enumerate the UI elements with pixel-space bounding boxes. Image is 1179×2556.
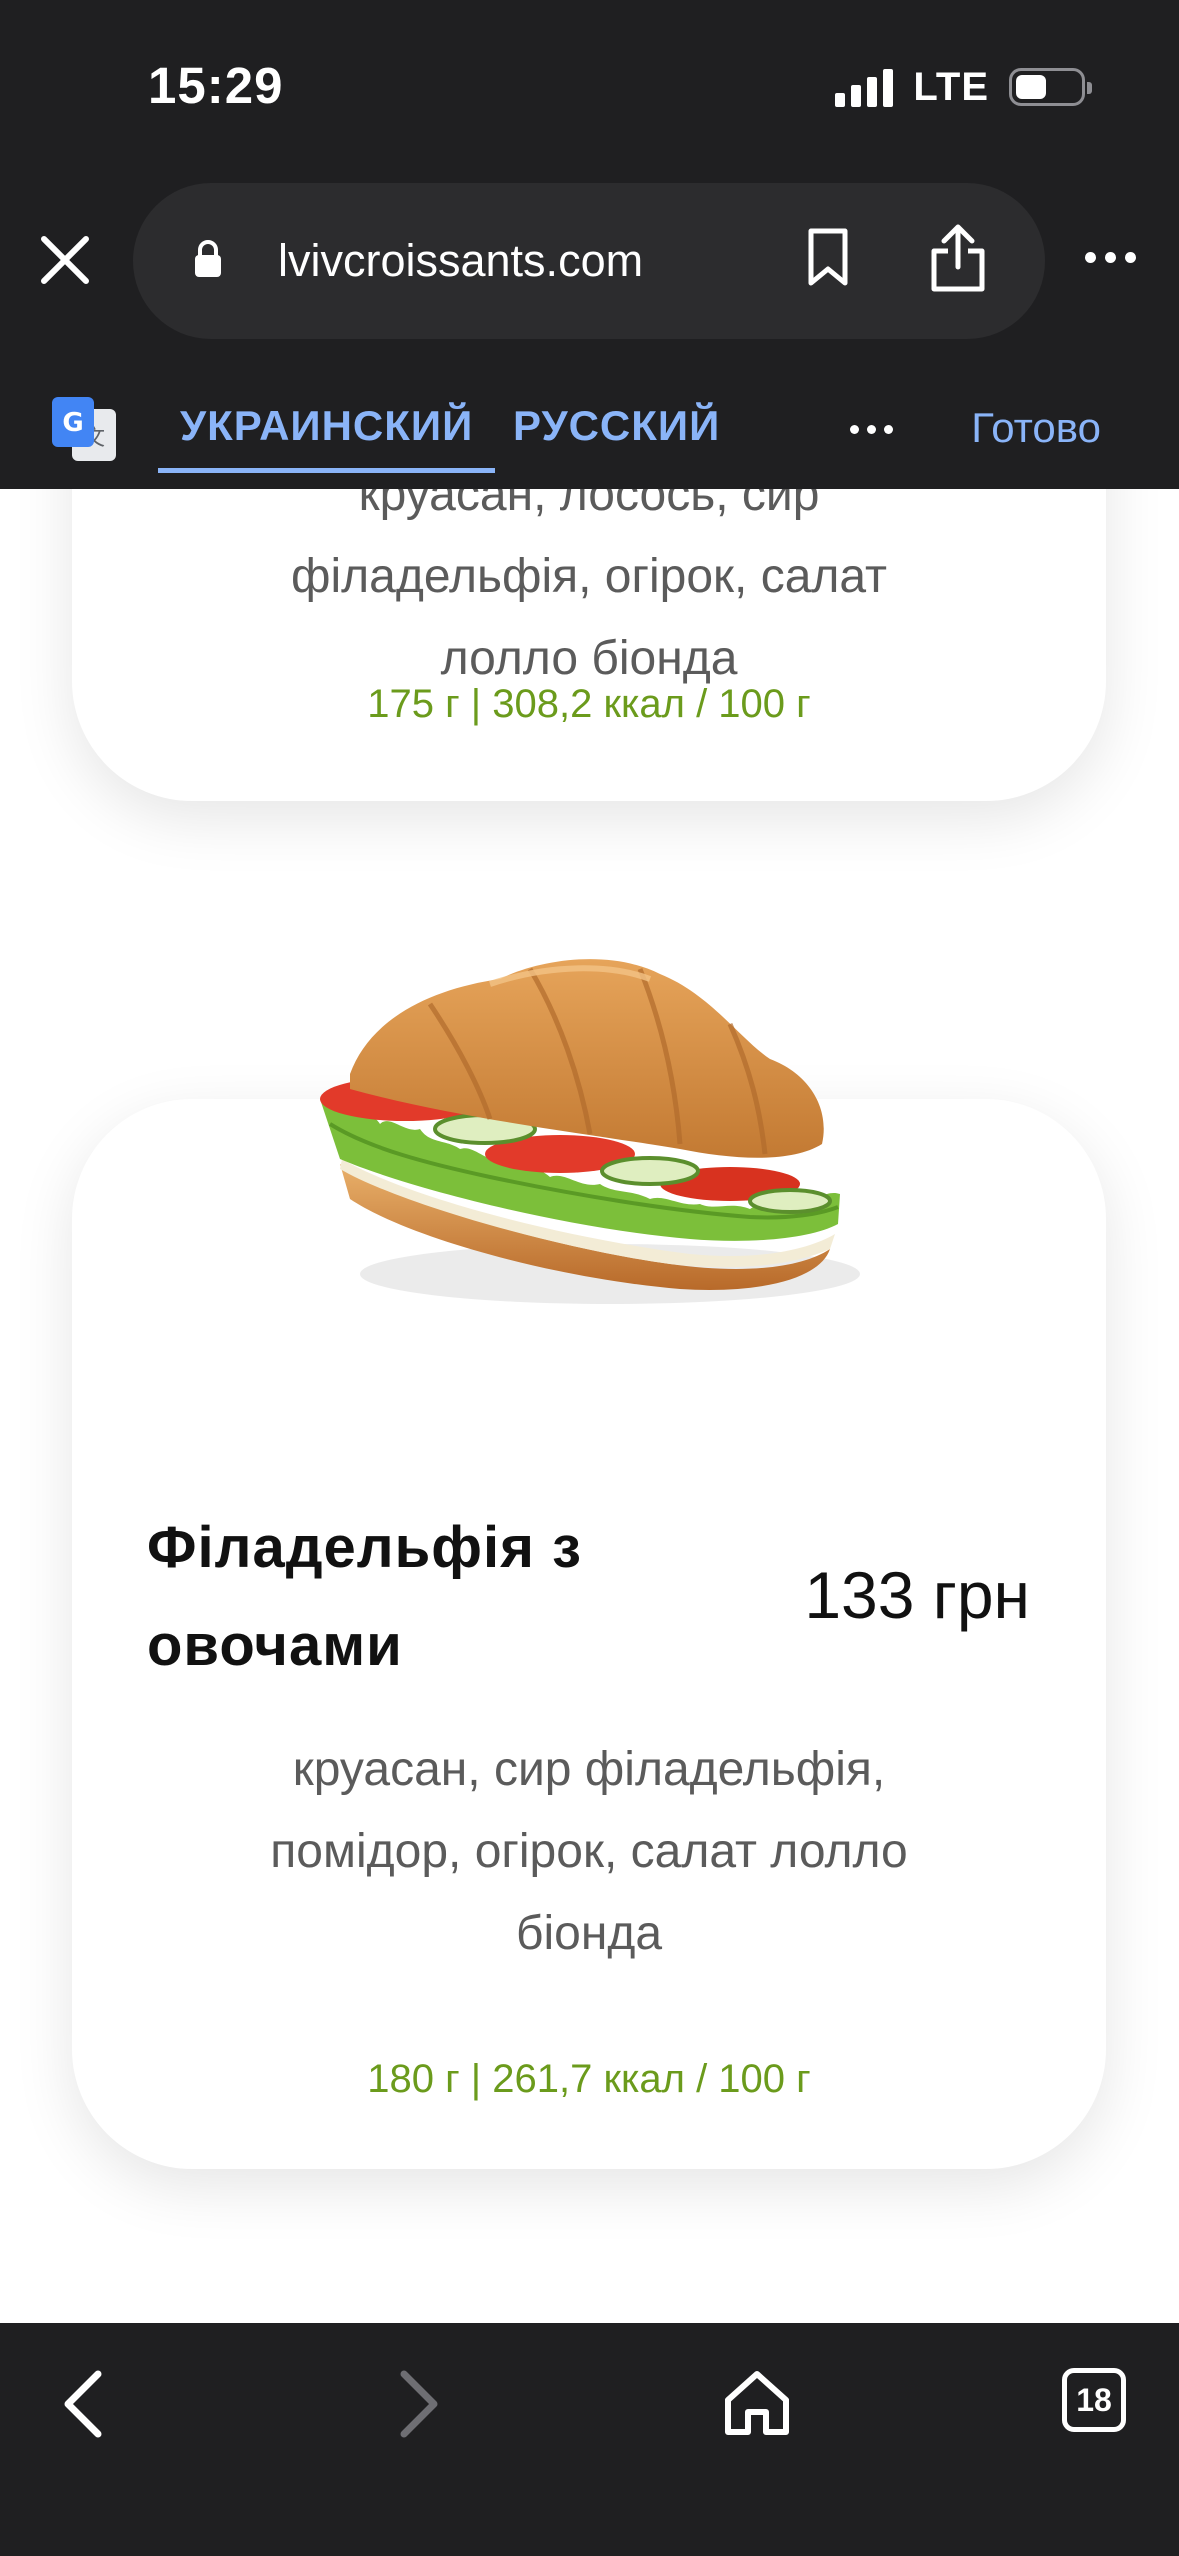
product-description: круасан, лосось, сир філадельфія, огірок… [290, 489, 888, 685]
more-options-icon[interactable] [1085, 252, 1136, 263]
product-price: 133 грн [804, 1558, 1030, 1632]
close-icon [41, 236, 89, 284]
address-bar[interactable]: lvivcroissants.com [133, 183, 1045, 339]
home-icon[interactable] [722, 2368, 792, 2438]
signal-icon [835, 67, 894, 107]
status-time: 15:29 [148, 57, 284, 114]
product-card: круасан, лосось, сир філадельфія, огірок… [72, 489, 1106, 801]
network-type: LTE [913, 64, 989, 109]
close-button[interactable] [30, 225, 100, 295]
svg-text:G: G [62, 408, 83, 438]
tab-russian[interactable]: РУССКИЙ [513, 402, 720, 450]
product-description: круасан, сир філадельфія, помідор, огіро… [270, 1743, 908, 1960]
battery-icon [1009, 68, 1092, 106]
product-nutrition: 175 г | 308,2 ккал / 100 г [367, 682, 811, 726]
lock-icon [195, 240, 221, 277]
browser-bottom-toolbar: 18 [0, 2323, 1179, 2556]
product-image [320, 959, 860, 1304]
product-nutrition: 180 г | 261,7 ккал / 100 г [367, 2057, 811, 2101]
translate-more-icon[interactable] [850, 425, 893, 434]
tab-ukrainian[interactable]: УКРАИНСКИЙ [158, 402, 496, 473]
forward-icon[interactable] [394, 2368, 442, 2440]
bookmark-icon[interactable] [805, 227, 851, 289]
product-name: Філадельфія з овочами [147, 1515, 582, 1678]
translate-bar: 文 G УКРАИНСКИЙ РУССКИЙ Готово [0, 370, 1179, 489]
url-text: lvivcroissants.com [278, 235, 644, 286]
share-icon[interactable] [928, 223, 988, 295]
status-indicators: LTE [835, 64, 1092, 110]
google-translate-icon: 文 G [52, 397, 116, 461]
done-button[interactable]: Готово [971, 404, 1101, 452]
browser-top-chrome: 15:29 LTE lvivcroissants.com 文 [0, 0, 1179, 489]
page-content: круасан, лосось, сир філадельфія, огірок… [0, 489, 1179, 2323]
tabs-button[interactable]: 18 [1062, 2368, 1126, 2432]
back-icon[interactable] [60, 2368, 108, 2440]
